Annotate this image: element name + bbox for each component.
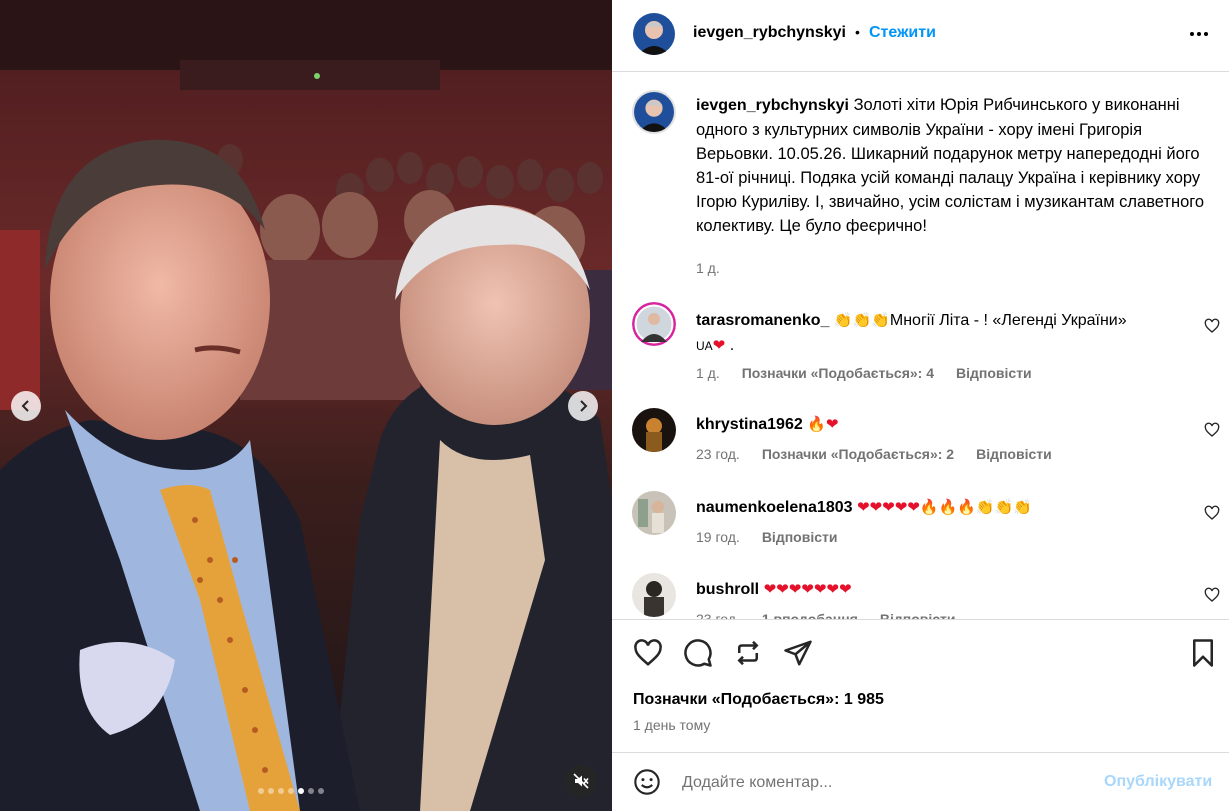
- comment-likes-count[interactable]: Позначки «Подобається»: 2: [762, 446, 954, 462]
- post-media-video[interactable]: [0, 0, 612, 811]
- header-separator: •: [855, 24, 860, 40]
- chevron-right-icon: [580, 400, 588, 412]
- caption-text-block: ievgen_rybchynskyi Золоті хіти Юрія Рибч…: [696, 93, 1206, 238]
- comment-body: bushroll ❤❤❤❤❤❤❤: [696, 577, 1186, 602]
- author-username-link[interactable]: ievgen_rybchynskyi: [693, 24, 846, 42]
- commenter-avatar[interactable]: [632, 302, 676, 346]
- comment-timestamp[interactable]: 23 год.: [696, 611, 740, 619]
- comment-body: tarasromanenko_ 👏👏👏Многії Літа - ! «Леге…: [696, 308, 1186, 358]
- repost-icon[interactable]: [733, 638, 763, 668]
- video-frame-image: [0, 0, 612, 811]
- comment-body: khrystina1962 🔥❤: [696, 412, 1186, 437]
- post-actions-bar: Позначки «Подобається»: 1 985 1 день том…: [612, 619, 1229, 751]
- author-avatar[interactable]: [633, 13, 675, 55]
- fire-emoji: 🔥: [807, 415, 826, 433]
- caption-text: Золоті хіти Юрія Рибчинського у виконанн…: [696, 96, 1205, 235]
- heart-icon[interactable]: [633, 638, 663, 668]
- chevron-left-icon: [21, 400, 29, 412]
- speaker-muted-icon: [573, 773, 589, 789]
- heart-emoji: ❤❤❤❤❤❤❤: [763, 580, 852, 598]
- carousel-dot: [298, 788, 304, 794]
- fire-emoji: 🔥🔥🔥: [919, 498, 976, 516]
- post-details-panel: ievgen_rybchynskyi • Стежити ievgen_rybc…: [612, 0, 1229, 811]
- commenter-avatar[interactable]: [632, 573, 676, 617]
- carousel-dot: [278, 788, 284, 794]
- follow-button[interactable]: Стежити: [869, 24, 936, 42]
- heart-emoji: ❤: [712, 336, 726, 354]
- comment-meta: 23 год. 1 вподобання Відповісти: [696, 611, 956, 619]
- comment-input[interactable]: [682, 771, 1082, 795]
- carousel-dot: [318, 788, 324, 794]
- comment-username-link[interactable]: naumenkoelena1803: [696, 499, 853, 516]
- post-likes-count[interactable]: Позначки «Подобається»: 1 985: [633, 691, 884, 709]
- comment-body: naumenkoelena1803 ❤❤❤❤❤🔥🔥🔥👏👏👏: [696, 495, 1186, 520]
- comment-timestamp[interactable]: 1 д.: [696, 365, 720, 381]
- heart-emoji: ❤: [825, 415, 839, 433]
- reply-button[interactable]: Відповісти: [880, 611, 956, 619]
- comment-likes-count[interactable]: Позначки «Подобається»: 4: [742, 365, 934, 381]
- carousel-indicator: [258, 788, 324, 794]
- comment-like-heart-icon[interactable]: [1204, 318, 1220, 334]
- comment-meta: 1 д. Позначки «Подобається»: 4 Відповіст…: [696, 365, 1032, 381]
- commenter-avatar[interactable]: [632, 491, 676, 535]
- mute-button[interactable]: [565, 765, 597, 797]
- comment-composer: Опублікувати: [612, 752, 1229, 811]
- reply-button[interactable]: Відповісти: [956, 365, 1032, 381]
- comment-text: Многії Літа - ! «Легенді України»: [889, 312, 1127, 329]
- reply-button[interactable]: Відповісти: [762, 529, 838, 545]
- comment-text-end: .: [729, 337, 735, 354]
- previous-slide-button[interactable]: [11, 391, 41, 421]
- carousel-dot: [268, 788, 274, 794]
- post-header: ievgen_rybchynskyi • Стежити: [612, 0, 1229, 72]
- comment-meta: 19 год. Відповісти: [696, 529, 837, 545]
- comment-bubble-icon[interactable]: [683, 638, 713, 668]
- author-avatar[interactable]: [632, 90, 676, 134]
- comments-scroll-area[interactable]: ievgen_rybchynskyi Золоті хіти Юрія Рибч…: [612, 73, 1229, 619]
- heart-emoji: ❤❤❤❤❤: [856, 498, 920, 516]
- comment-like-heart-icon[interactable]: [1204, 587, 1220, 603]
- comment-username-link[interactable]: tarasromanenko_: [696, 312, 829, 329]
- bookmark-icon[interactable]: [1188, 638, 1218, 668]
- reply-button[interactable]: Відповісти: [976, 446, 1052, 462]
- paper-plane-icon[interactable]: [783, 638, 813, 668]
- clap-emoji: 👏👏👏: [975, 498, 1032, 516]
- comment-username-link[interactable]: khrystina1962: [696, 416, 803, 433]
- comment-username-link[interactable]: bushroll: [696, 581, 759, 598]
- comment-like-heart-icon[interactable]: [1204, 505, 1220, 521]
- comment-timestamp[interactable]: 23 год.: [696, 446, 740, 462]
- caption-username-link[interactable]: ievgen_rybchynskyi: [696, 97, 849, 114]
- commenter-avatar[interactable]: [632, 408, 676, 452]
- post-date[interactable]: 1 день тому: [633, 717, 710, 733]
- carousel-dot: [258, 788, 264, 794]
- emoji-smile-icon[interactable]: [633, 768, 661, 796]
- next-slide-button[interactable]: [568, 391, 598, 421]
- comment-like-heart-icon[interactable]: [1204, 422, 1220, 438]
- carousel-dot: [308, 788, 314, 794]
- publish-button[interactable]: Опублікувати: [1104, 773, 1212, 791]
- flag-ua-emoji: UA: [696, 339, 713, 353]
- more-horizontal-icon[interactable]: [1190, 32, 1208, 36]
- comment-meta: 23 год. Позначки «Подобається»: 2 Відпов…: [696, 446, 1052, 462]
- comment-timestamp[interactable]: 19 год.: [696, 529, 740, 545]
- comment-likes-count[interactable]: 1 вподобання: [762, 611, 858, 619]
- clap-emoji: 👏👏👏: [833, 311, 890, 329]
- caption-timestamp[interactable]: 1 д.: [696, 260, 720, 276]
- carousel-dot: [288, 788, 294, 794]
